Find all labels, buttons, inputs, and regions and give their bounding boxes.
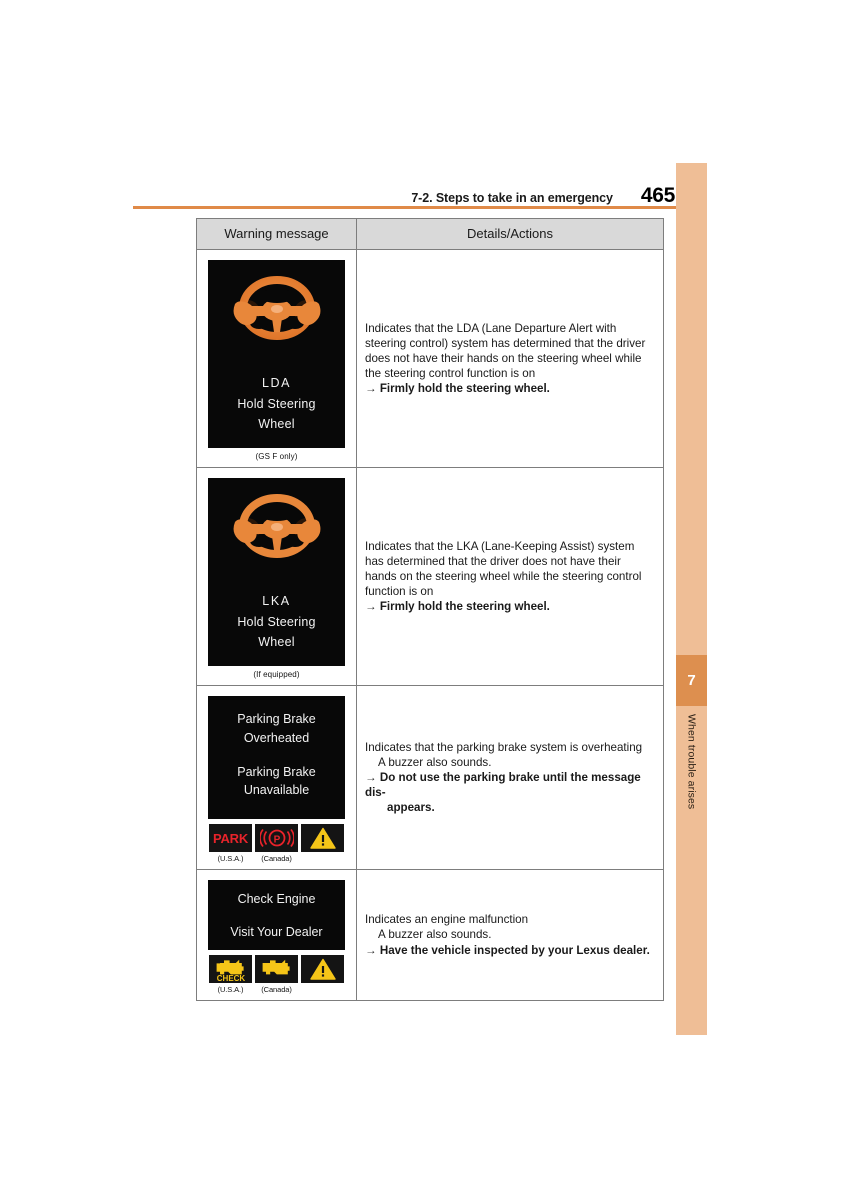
steering-wheel-hands-icon: [208, 270, 345, 350]
chapter-label: When trouble arises: [676, 712, 707, 862]
park-indicator-label: PARK: [212, 830, 249, 846]
display-line: Hold Steering: [237, 396, 316, 411]
warning-message-cell-check-engine: Check Engine Visit Your Dealer CHECK (U.…: [196, 869, 357, 1001]
action-text: Have the vehicle inspected by your Lexus…: [379, 943, 650, 957]
chapter-number: 7: [687, 672, 696, 689]
details-action-continued: appears.: [387, 801, 435, 815]
action-text: Firmly hold the steering wheel.: [379, 382, 550, 396]
display-line: Wheel: [258, 634, 295, 649]
details-body: Indicates that the LKA (Lane-Keeping Ass…: [365, 539, 642, 599]
indicator-caption-row-parking-brake: (U.S.A.) (Canada): [203, 854, 350, 863]
indicator-caption: (Canada): [261, 985, 292, 994]
indicator-caption: (U.S.A.): [217, 985, 244, 994]
column-header-details-actions: Details/Actions: [356, 218, 664, 250]
header-rule: [133, 206, 707, 209]
svg-text:P: P: [273, 834, 280, 845]
display-line: LKA: [262, 594, 291, 609]
action-arrow-icon: →: [365, 770, 377, 784]
park-text-indicator-icon: PARK: [209, 824, 252, 852]
details-action: → Firmly hold the steering wheel.: [365, 381, 655, 396]
action-arrow-icon: →: [365, 943, 377, 957]
page-header: 7-2. Steps to take in an emergency 465: [133, 180, 675, 206]
warning-message-cell-parking-brake: Parking Brake Overheated Parking Brake U…: [196, 685, 357, 870]
details-cell-lda: Indicates that the LDA (Lane Departure A…: [356, 249, 664, 468]
chapter-tab-strip: [676, 163, 707, 1035]
check-engine-canada-icon: [255, 955, 298, 983]
details-body: Indicates that the LDA (Lane Departure A…: [365, 321, 646, 381]
chapter-label-text: When trouble arises: [685, 714, 698, 810]
indicator-caption: (U.S.A.): [217, 854, 244, 863]
display-line: LDA: [261, 376, 292, 391]
display-text-parking-brake: Parking Brake Overheated Parking Brake U…: [208, 710, 345, 800]
table-row: Parking Brake Overheated Parking Brake U…: [196, 685, 664, 870]
details-cell-parking-brake: Indicates that the parking brake system …: [356, 685, 664, 870]
details-action: → Have the vehicle inspected by your Lex…: [365, 943, 655, 958]
action-arrow-icon: →: [365, 600, 377, 614]
details-sub: A buzzer also sounds.: [378, 928, 492, 942]
details-cell-check-engine: Indicates an engine malfunction A buzzer…: [356, 869, 664, 1001]
master-warning-triangle-icon: [301, 824, 344, 852]
display-text-lda: LDA Hold Steering Wheel: [208, 373, 345, 434]
details-body: Indicates an engine malfunction: [365, 913, 529, 927]
display-panel-check-engine: Check Engine Visit Your Dealer: [208, 880, 345, 950]
indicator-row-parking-brake: PARK P: [203, 824, 350, 852]
display-panel-parking-brake: Parking Brake Overheated Parking Brake U…: [208, 696, 345, 819]
action-text: Do not use the parking brake until the m…: [365, 770, 641, 800]
indicator-caption-row-check-engine: (U.S.A.) (Canada): [203, 985, 350, 994]
details-sub: A buzzer also sounds.: [378, 755, 492, 769]
table-row: Check Engine Visit Your Dealer CHECK (U.…: [196, 869, 664, 1001]
details-body: Indicates that the parking brake system …: [365, 740, 643, 754]
warning-message-cell-lda: LDA Hold Steering Wheel (GS F only): [196, 249, 357, 468]
display-caption: (If equipped): [253, 670, 300, 679]
indicator-caption: [301, 985, 344, 994]
display-line: Parking Brake: [237, 764, 316, 779]
table-row: LDA Hold Steering Wheel (GS F only) Indi…: [196, 249, 664, 468]
indicator-caption: (Canada): [261, 854, 292, 863]
display-line: Overheated: [243, 730, 310, 745]
warning-message-cell-lka: LKA Hold Steering Wheel (If equipped): [196, 467, 357, 686]
chapter-number-tab[interactable]: 7: [676, 655, 707, 706]
steering-wheel-hands-icon: [208, 488, 345, 568]
display-line: Check Engine: [237, 892, 316, 906]
indicator-caption: [301, 854, 344, 863]
parking-brake-p-circle-icon: P: [255, 824, 298, 852]
details-action: → Do not use the parking brake until the…: [365, 770, 655, 800]
display-text-lka: LKA Hold Steering Wheel: [208, 591, 345, 652]
details-action: → Firmly hold the steering wheel.: [365, 599, 655, 614]
display-gap: [208, 909, 345, 923]
table-header-row: Warning message Details/Actions: [196, 218, 664, 250]
display-line: Visit Your Dealer: [230, 924, 323, 939]
display-line: Wheel: [258, 416, 295, 431]
display-line: Hold Steering: [237, 614, 316, 629]
display-caption: (GS F only): [255, 452, 298, 461]
display-panel-lda: LDA Hold Steering Wheel: [208, 260, 345, 448]
action-text: Firmly hold the steering wheel.: [379, 600, 550, 614]
display-panel-lka: LKA Hold Steering Wheel: [208, 478, 345, 666]
master-warning-triangle-icon: [301, 955, 344, 983]
display-line: Parking Brake: [237, 712, 316, 726]
column-header-warning-message: Warning message: [196, 218, 357, 250]
action-arrow-icon: →: [365, 382, 377, 396]
svg-text:CHECK: CHECK: [216, 974, 245, 982]
page-number: 465: [640, 184, 675, 207]
display-text-check-engine: Check Engine Visit Your Dealer: [208, 890, 345, 942]
indicator-row-check-engine: CHECK: [203, 955, 350, 983]
display-line: Unavailable: [243, 783, 310, 798]
check-engine-usa-icon: CHECK: [209, 955, 252, 983]
details-cell-lka: Indicates that the LKA (Lane-Keeping Ass…: [356, 467, 664, 686]
display-gap: [208, 748, 345, 763]
section-title: 7-2. Steps to take in an emergency: [411, 191, 613, 205]
table-row: LKA Hold Steering Wheel (If equipped) In…: [196, 467, 664, 686]
warning-message-table: Warning message Details/Actions LDA Hold…: [196, 218, 664, 1001]
